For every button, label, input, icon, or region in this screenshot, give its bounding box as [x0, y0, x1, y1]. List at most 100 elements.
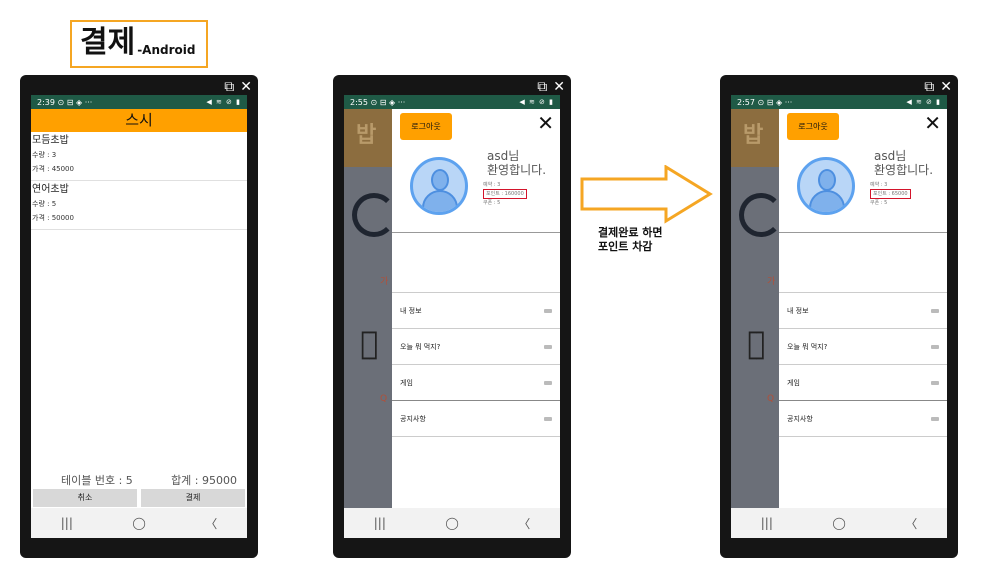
back-icon[interactable]: 〈 [518, 515, 530, 532]
user-name: asd님 [874, 149, 907, 163]
avatar [410, 157, 468, 215]
caption: 결제완료 하면 포인트 차감 [598, 226, 663, 254]
avatar [797, 157, 855, 215]
status-time: 2:55 [350, 97, 368, 107]
pay-button[interactable]: 결제 [141, 489, 245, 507]
drawer-menu: 내 정보 오늘 뭐 먹지? 게임 공지사항 [392, 292, 560, 437]
status-icons-left: ⊙ ⊟ ◈ ··· [370, 97, 406, 107]
menu-item-label: 내 정보 [787, 306, 809, 315]
reservation-count: 예약 : 3 [483, 182, 501, 188]
home-icon[interactable]: ◯ [132, 516, 145, 530]
menu-item-label: 공지사항 [400, 414, 426, 423]
status-icons-right: ◀ ≋ ⊘ ▮ [519, 98, 554, 106]
menu-item-label: 내 정보 [400, 306, 422, 315]
menu-indicator-icon [544, 380, 552, 385]
cancel-button[interactable]: 취소 [33, 489, 137, 507]
welcome-message: 환영합니다. [874, 163, 934, 177]
menu-item-notice[interactable]: 공지사항 [392, 401, 560, 437]
list-item[interactable]: 모듬초밥 수량 : 3 가격 : 45000 [31, 132, 247, 181]
recent-apps-icon[interactable]: ||| [761, 516, 773, 530]
menu-item-label: 게임 [400, 378, 413, 387]
status-time: 2:57 [737, 97, 755, 107]
menu-item-label: 공지사항 [787, 414, 813, 423]
order-total: 합계 : 95000 [171, 474, 237, 487]
close-icon[interactable]: ✕ [940, 79, 952, 95]
nav-bar: ||| ◯ 〈 [344, 508, 560, 538]
popout-icon[interactable]: ⧉ [224, 79, 234, 95]
background-text: 가 [380, 277, 389, 287]
window-controls: ⧉ ✕ [537, 79, 565, 95]
menu-item-label: 오늘 뭐 먹지? [400, 342, 441, 351]
recent-apps-icon[interactable]: ||| [61, 516, 73, 530]
close-icon[interactable]: ✕ [553, 79, 565, 95]
back-icon[interactable]: 〈 [205, 515, 217, 532]
popout-icon[interactable]: ⧉ [537, 79, 547, 95]
coupon-count: 쿠폰 : 5 [870, 200, 888, 206]
nav-bar: ||| ◯ 〈 [731, 508, 947, 538]
background-text: Q [767, 394, 775, 404]
list-item[interactable]: 연어초밥 수량 : 5 가격 : 50000 [31, 181, 247, 230]
qr-scan-icon: ┌┐ └┘ [743, 321, 770, 372]
menu-indicator-icon [931, 416, 939, 421]
order-item-price: 가격 : 45000 [32, 165, 74, 173]
menu-item-game[interactable]: 게임 [392, 365, 560, 401]
close-drawer-icon[interactable]: ✕ [924, 113, 941, 133]
coupon-count: 쿠폰 : 5 [483, 200, 501, 206]
menu-indicator-icon [544, 344, 552, 349]
phone-frame-before: ⧉ ✕ 2:55 ⊙ ⊟ ◈ ··· ◀ ≋ ⊘ ▮ 밥 가 ┌┐ └┘ Q 로그… [333, 75, 571, 558]
menu-item-label: 게임 [787, 378, 800, 387]
window-controls: ⧉ ✕ [224, 79, 252, 95]
logout-button[interactable]: 로그아웃 [400, 113, 452, 140]
home-icon[interactable]: ◯ [832, 516, 845, 530]
logout-button[interactable]: 로그아웃 [787, 113, 839, 140]
menu-item-my-info[interactable]: 내 정보 [779, 293, 947, 329]
menu-item-label: 오늘 뭐 먹지? [787, 342, 828, 351]
status-bar: 2:57 ⊙ ⊟ ◈ ··· ◀ ≋ ⊘ ▮ [731, 95, 947, 109]
status-bar: 2:55 ⊙ ⊟ ◈ ··· ◀ ≋ ⊘ ▮ [344, 95, 560, 109]
app-bar-title: 스시 [31, 109, 247, 132]
divider [779, 232, 947, 233]
caption-line: 포인트 차감 [598, 240, 653, 253]
order-item-price: 가격 : 50000 [32, 214, 74, 222]
menu-indicator-icon [931, 344, 939, 349]
user-name: asd님 [487, 149, 520, 163]
back-icon[interactable]: 〈 [905, 515, 917, 532]
menu-item-game[interactable]: 게임 [779, 365, 947, 401]
status-bar: 2:39 ⊙ ⊟ ◈ ··· ◀ ≋ ⊘ ▮ [31, 95, 247, 109]
recent-apps-icon[interactable]: ||| [374, 516, 386, 530]
menu-item-what-to-eat[interactable]: 오늘 뭐 먹지? [392, 329, 560, 365]
background-overlay[interactable]: 밥 가 ┌┐ └┘ Q [344, 109, 396, 508]
phone-screen: 2:57 ⊙ ⊟ ◈ ··· ◀ ≋ ⊘ ▮ 밥 가 ┌┐ └┘ Q 로그아웃 ✕… [731, 95, 947, 538]
reservation-count: 예약 : 3 [870, 182, 888, 188]
background-overlay[interactable]: 밥 가 ┌┐ └┘ Q [731, 109, 783, 508]
menu-indicator-icon [931, 380, 939, 385]
menu-item-my-info[interactable]: 내 정보 [392, 293, 560, 329]
close-icon[interactable]: ✕ [240, 79, 252, 95]
points-value: 포인트 : 65000 [870, 189, 911, 199]
background-text: 가 [767, 277, 776, 287]
menu-item-what-to-eat[interactable]: 오늘 뭐 먹지? [779, 329, 947, 365]
status-icons-left: ⊙ ⊟ ◈ ··· [57, 97, 93, 107]
points-value: 포인트 : 160000 [483, 189, 527, 199]
caption-line: 결제완료 하면 [598, 226, 663, 239]
order-item-qty: 수량 : 5 [32, 200, 57, 208]
background-logo: 밥 [731, 109, 781, 167]
qr-scan-icon: ┌┐ └┘ [356, 321, 383, 372]
nav-drawer: 로그아웃 ✕ asd님 환영합니다. 예약 : 3 포인트 : 65000 쿠폰… [779, 109, 947, 508]
popout-icon[interactable]: ⧉ [924, 79, 934, 95]
home-icon[interactable]: ◯ [445, 516, 458, 530]
order-item-name: 모듬초밥 [32, 135, 69, 146]
divider [392, 232, 560, 233]
menu-item-notice[interactable]: 공지사항 [779, 401, 947, 437]
menu-indicator-icon [931, 308, 939, 313]
status-icons-right: ◀ ≋ ⊘ ▮ [906, 98, 941, 106]
phone-screen: 2:55 ⊙ ⊟ ◈ ··· ◀ ≋ ⊘ ▮ 밥 가 ┌┐ └┘ Q 로그아웃 ✕… [344, 95, 560, 538]
welcome-message: 환영합니다. [487, 163, 547, 177]
phone-frame-after: ⧉ ✕ 2:57 ⊙ ⊟ ◈ ··· ◀ ≋ ⊘ ▮ 밥 가 ┌┐ └┘ Q 로그… [720, 75, 958, 558]
nav-drawer: 로그아웃 ✕ asd님 환영합니다. 예약 : 3 포인트 : 160000 쿠… [392, 109, 560, 508]
order-item-name: 연어초밥 [32, 184, 69, 195]
nav-bar: ||| ◯ 〈 [31, 508, 247, 538]
drawer-menu: 내 정보 오늘 뭐 먹지? 게임 공지사항 [779, 292, 947, 437]
close-drawer-icon[interactable]: ✕ [537, 113, 554, 133]
background-logo: 밥 [344, 109, 394, 167]
